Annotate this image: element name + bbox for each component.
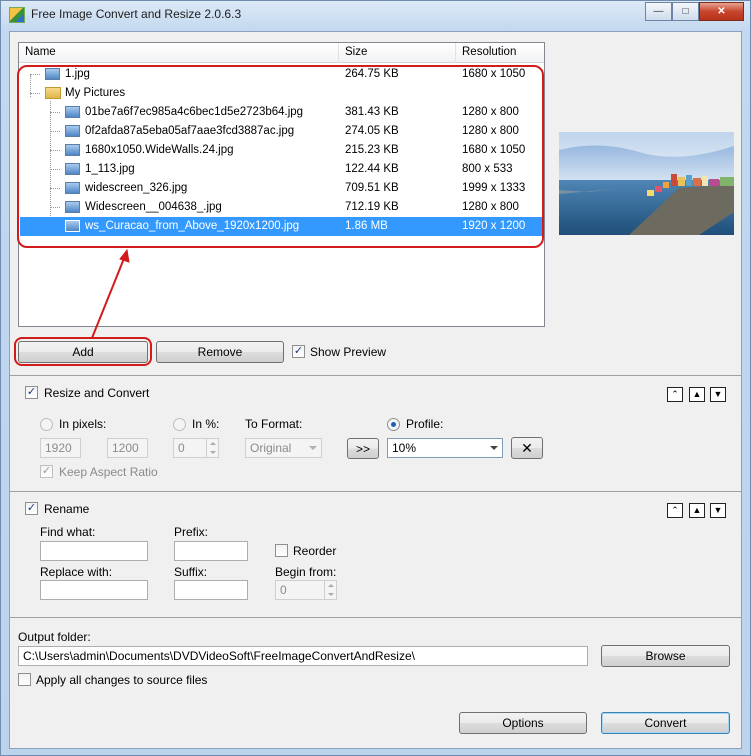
apply-source-label: Apply all changes to source files <box>36 673 208 687</box>
options-button[interactable]: Options <box>459 712 587 734</box>
rename-title: Rename <box>44 502 90 516</box>
resize-convert-title: Resize and Convert <box>44 386 150 400</box>
app-icon <box>9 7 25 23</box>
client-area: Name Size Resolution 1.jpg 264.75 KB 168… <box>9 31 742 749</box>
prefix-label: Prefix: <box>174 525 209 539</box>
begin-from-value: 0 <box>280 583 287 597</box>
replace-with-field[interactable] <box>40 580 148 600</box>
suffix-label: Suffix: <box>174 565 208 579</box>
preview-thumbnail <box>559 132 734 235</box>
column-divider[interactable] <box>338 43 339 63</box>
spin-arrows-icon[interactable] <box>324 581 336 599</box>
close-button[interactable]: ✕ <box>699 2 744 21</box>
replace-with-label: Replace with: <box>40 565 113 579</box>
maximize-button[interactable]: □ <box>672 2 699 21</box>
move-up-icon[interactable]: ▲ <box>689 387 705 402</box>
apply-profile-button[interactable]: >> <box>347 438 379 459</box>
resize-convert-checkbox[interactable]: ✓ <box>25 386 38 399</box>
begin-from-label: Begin from: <box>275 565 337 579</box>
column-size[interactable]: Size <box>345 46 367 58</box>
collapse-all-icon[interactable]: ⌃ <box>667 503 683 518</box>
prefix-field[interactable] <box>174 541 248 561</box>
spin-arrows-icon[interactable] <box>206 439 218 457</box>
profile-select[interactable]: 10% <box>387 438 503 458</box>
in-pixels-label: In pixels: <box>59 417 107 431</box>
collapse-all-icon[interactable]: ⌃ <box>667 387 683 402</box>
window-controls: — □ ✕ <box>645 2 744 21</box>
rename-checkbox[interactable]: ✓ <box>25 502 38 515</box>
show-preview-checkbox[interactable]: ✓ <box>292 345 305 358</box>
profile-value: 10% <box>392 441 417 455</box>
output-folder-label: Output folder: <box>18 630 91 644</box>
begin-from-stepper[interactable]: 0 <box>275 580 337 600</box>
delete-icon: ✕ <box>521 439 533 456</box>
minimize-button[interactable]: — <box>645 2 672 21</box>
column-name[interactable]: Name <box>25 46 56 58</box>
to-format-label: To Format: <box>245 417 303 431</box>
find-what-label: Find what: <box>40 525 96 539</box>
format-select[interactable]: Original <box>245 438 322 458</box>
move-up-icon[interactable]: ▲ <box>689 503 705 518</box>
browse-button[interactable]: Browse <box>601 645 730 667</box>
profile-radio[interactable] <box>387 418 400 431</box>
in-percent-radio[interactable] <box>173 418 186 431</box>
annotation-file-list-highlight <box>17 65 544 248</box>
window-title: Free Image Convert and Resize 2.0.6.3 <box>31 7 242 21</box>
percent-value: 0 <box>178 441 185 455</box>
column-resolution[interactable]: Resolution <box>462 46 516 58</box>
in-pixels-radio[interactable] <box>40 418 53 431</box>
chevron-down-icon <box>485 439 502 457</box>
title-bar[interactable]: Free Image Convert and Resize 2.0.6.3 — … <box>1 1 750 29</box>
move-down-icon[interactable]: ▼ <box>710 387 726 402</box>
add-button[interactable]: Add <box>18 341 148 363</box>
column-divider[interactable] <box>455 43 456 63</box>
height-field[interactable]: 1200 <box>107 438 148 458</box>
divider <box>10 375 741 376</box>
profile-label: Profile: <box>406 417 444 431</box>
reorder-label: Reorder <box>293 544 337 558</box>
delete-profile-button[interactable]: ✕ <box>511 437 543 459</box>
file-list-header: Name Size Resolution <box>19 43 544 63</box>
app-window: Free Image Convert and Resize 2.0.6.3 — … <box>0 0 751 756</box>
reorder-checkbox[interactable] <box>275 544 288 557</box>
suffix-field[interactable] <box>174 580 248 600</box>
in-percent-label: In %: <box>192 417 220 431</box>
image-preview <box>559 132 734 235</box>
maximize-icon: □ <box>682 6 689 17</box>
show-preview-label: Show Preview <box>310 345 387 359</box>
move-down-icon[interactable]: ▼ <box>710 503 726 518</box>
output-folder-field[interactable]: C:\Users\admin\Documents\DVDVideoSoft\Fr… <box>18 646 588 666</box>
remove-button[interactable]: Remove <box>156 341 284 363</box>
find-what-field[interactable] <box>40 541 148 561</box>
close-icon: ✕ <box>717 6 726 17</box>
convert-button[interactable]: Convert <box>601 712 730 734</box>
annotation-arrow <box>91 248 130 339</box>
keep-aspect-checkbox[interactable]: ✓ <box>40 465 53 478</box>
divider <box>10 617 741 618</box>
minimize-icon: — <box>653 6 664 17</box>
apply-source-checkbox[interactable] <box>18 673 31 686</box>
keep-aspect-label: Keep Aspect Ratio <box>59 465 158 479</box>
format-value: Original <box>250 441 292 455</box>
width-field[interactable]: 1920 <box>40 438 81 458</box>
percent-stepper[interactable]: 0 <box>173 438 219 458</box>
divider <box>10 491 741 492</box>
chevron-down-icon <box>304 439 321 457</box>
